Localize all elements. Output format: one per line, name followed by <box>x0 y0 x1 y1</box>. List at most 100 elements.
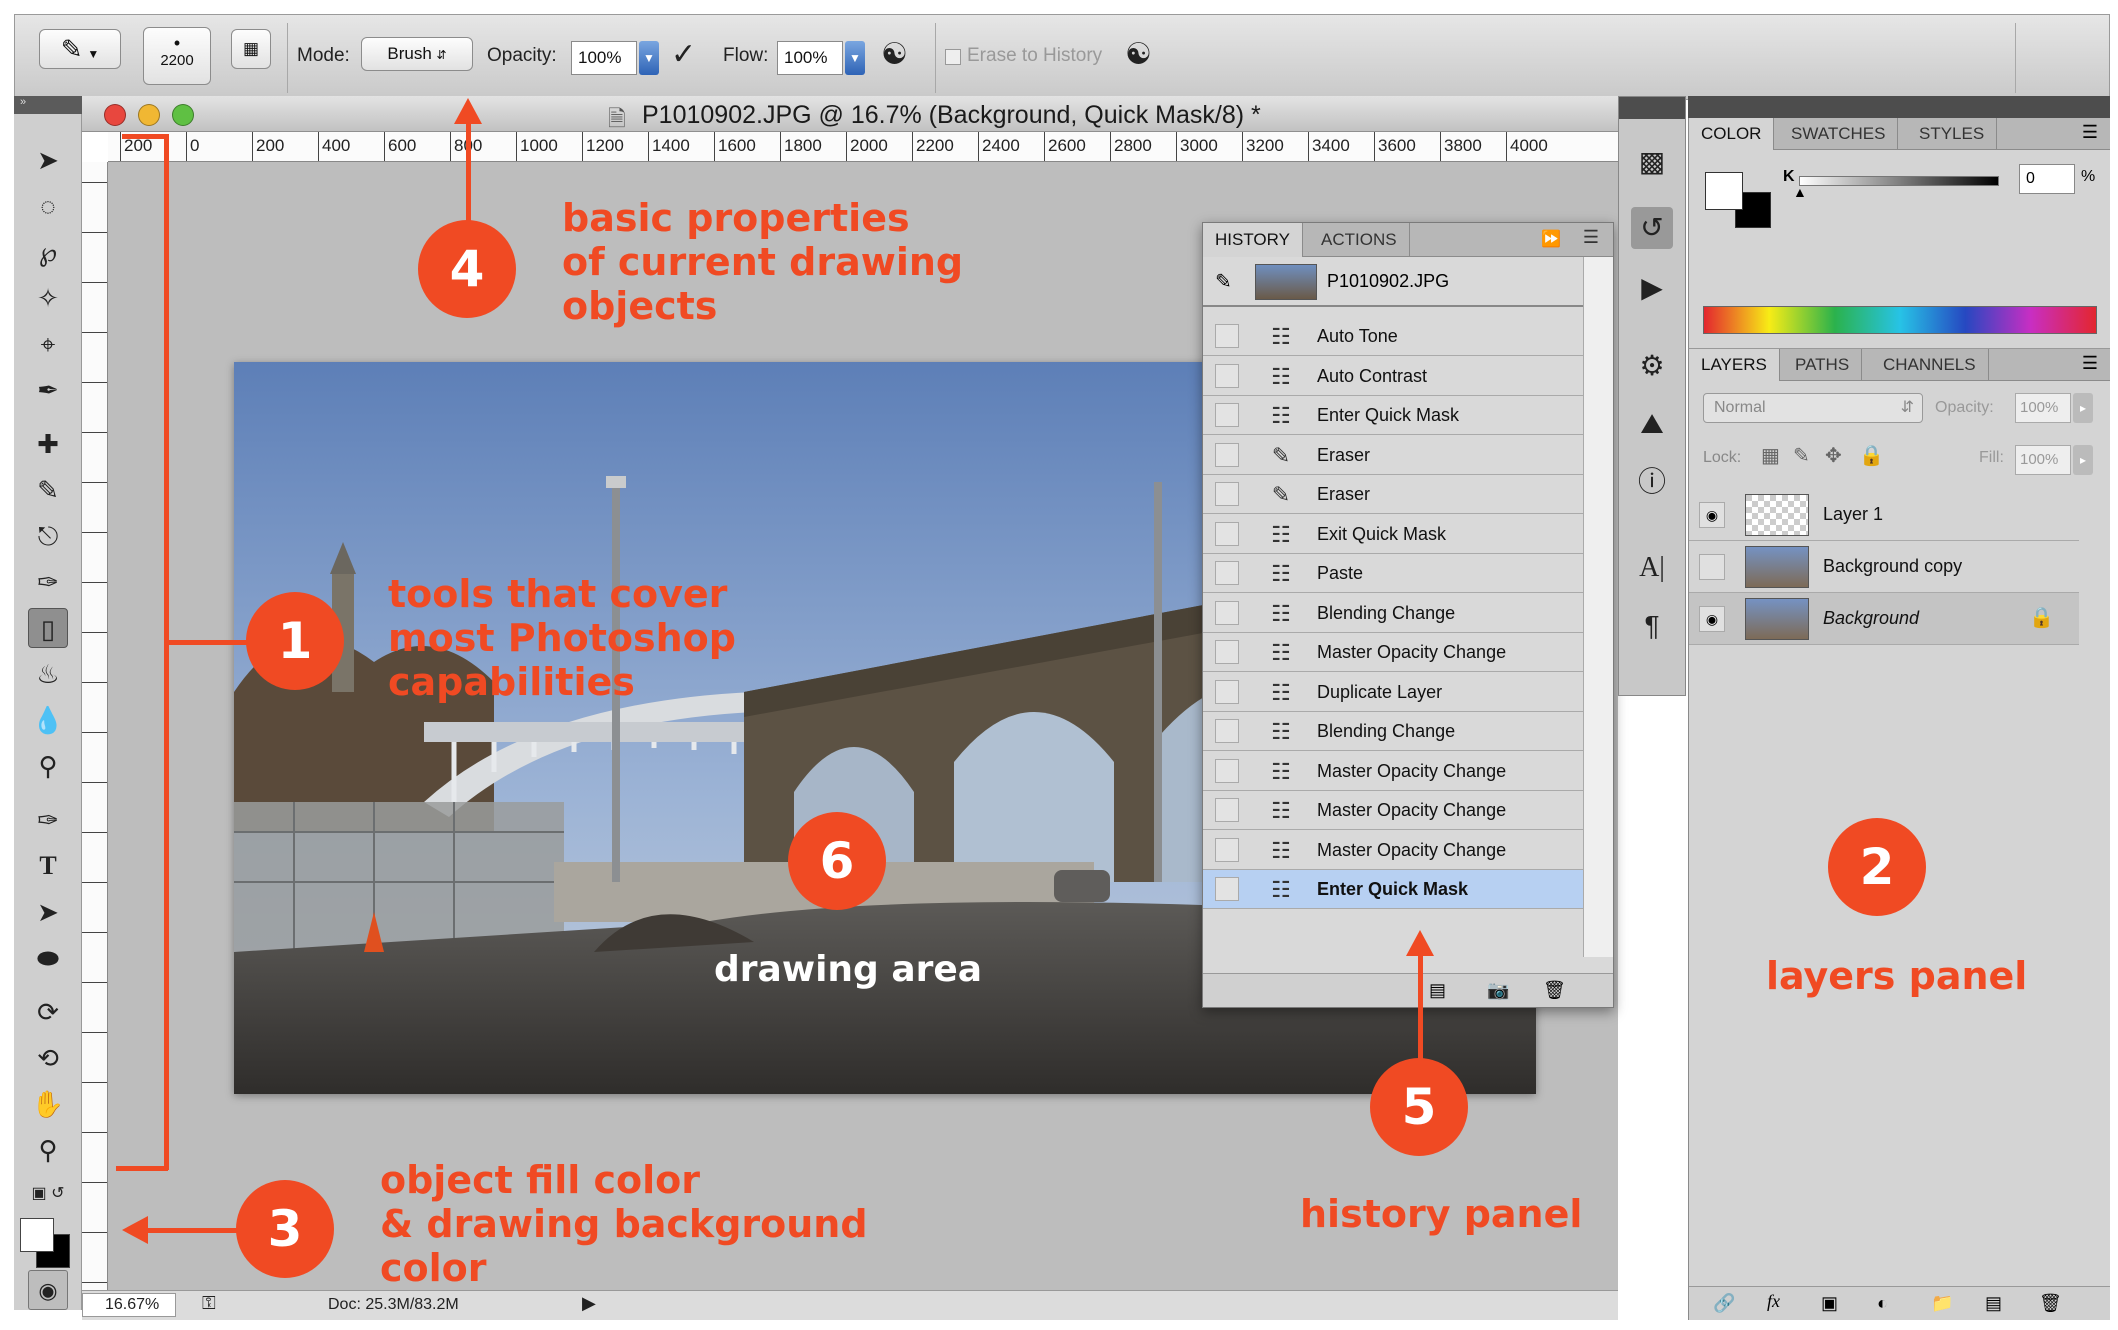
history-brush-source-checkbox[interactable] <box>1215 561 1239 585</box>
pen-tool-icon[interactable]: ✑ <box>28 800 68 840</box>
brush-tool-icon[interactable]: ✎ <box>28 470 68 510</box>
new-document-from-state-icon[interactable]: ▤ <box>1429 980 1446 1001</box>
color-spectrum-ramp[interactable] <box>1703 306 2097 334</box>
blur-tool-icon[interactable]: 💧 <box>28 700 68 740</box>
close-button[interactable] <box>104 104 126 126</box>
history-state-row[interactable]: ☷ Enter Quick Mask <box>1203 870 1583 909</box>
airbrush-toggle-icon[interactable]: ☯ <box>881 37 908 72</box>
icon-strip-header[interactable] <box>1619 97 1685 119</box>
path-selection-icon[interactable]: ➤ <box>28 892 68 932</box>
tab-swatches[interactable]: SWATCHES <box>1779 118 1899 150</box>
brush-size-picker[interactable]: • 2200 <box>143 27 211 85</box>
zoom-tool-icon[interactable]: ⚲ <box>28 1130 68 1170</box>
lasso-tool-icon[interactable]: ℘ <box>28 232 68 272</box>
history-state-row[interactable]: ☷ Enter Quick Mask <box>1203 396 1583 435</box>
history-brush-icon[interactable]: ✑ <box>28 562 68 602</box>
mode-select[interactable]: Brush ⇵ <box>361 37 473 71</box>
healing-brush-icon[interactable]: ✚ <box>28 424 68 464</box>
3d-orbit-icon[interactable]: ⟲ <box>28 1038 68 1078</box>
history-state-row[interactable]: ☷ Master Opacity Change <box>1203 831 1583 870</box>
history-scrollbar[interactable] <box>1583 257 1613 957</box>
layer-visibility-eye-icon[interactable] <box>1699 554 1725 580</box>
k-slider-handle[interactable]: ▲ <box>1793 184 1807 200</box>
crop-tool-icon[interactable]: ⌖ <box>28 324 68 364</box>
foreground-color-chip[interactable] <box>1705 172 1743 210</box>
history-state-row[interactable]: ☷ Duplicate Layer <box>1203 673 1583 712</box>
flow-dropdown[interactable]: ▼ <box>845 41 865 75</box>
history-brush-source-checkbox[interactable] <box>1215 521 1239 546</box>
lock-position-icon[interactable]: ✥ <box>1825 443 1842 468</box>
history-panel-icon[interactable]: ↺ <box>1631 207 1673 249</box>
history-state-row[interactable]: ☷ Blending Change <box>1203 594 1583 633</box>
erase-history-checkbox[interactable] <box>945 49 961 65</box>
vertical-ruler[interactable] <box>82 162 108 1290</box>
zoom-field[interactable]: 16.67% <box>82 1293 176 1317</box>
zoom-button[interactable] <box>172 104 194 126</box>
history-brush-source-checkbox[interactable] <box>1215 403 1239 427</box>
adjustment-layer-icon[interactable]: ◐ <box>1877 1293 1888 1314</box>
masks-panel-icon[interactable]: ⛰ <box>1631 403 1673 445</box>
minimize-button[interactable] <box>138 104 160 126</box>
tab-history[interactable]: HISTORY <box>1203 223 1303 257</box>
history-state-row[interactable]: ☷ Paste <box>1203 554 1583 593</box>
opacity-dropdown[interactable]: ▼ <box>639 41 659 75</box>
color-panel-menu-icon[interactable]: ☰ <box>2082 122 2098 143</box>
tab-paths[interactable]: PATHS <box>1783 349 1863 381</box>
trash-icon[interactable]: 🗑 <box>1543 980 1566 1001</box>
tab-channels[interactable]: CHANNELS <box>1871 349 1989 381</box>
type-tool-icon[interactable]: T <box>28 846 68 886</box>
layer-opacity-dropdown[interactable]: ▸ <box>2073 393 2093 423</box>
layer-visibility-eye-icon[interactable]: ◉ <box>1699 502 1725 528</box>
tab-layers[interactable]: LAYERS <box>1689 349 1780 381</box>
opacity-field[interactable]: 100% <box>571 41 637 75</box>
new-snapshot-icon[interactable]: 📷 <box>1487 980 1509 1001</box>
marquee-tool-icon[interactable]: ◌ <box>28 186 68 226</box>
history-state-row[interactable]: ☷ Auto Contrast <box>1203 357 1583 396</box>
history-brush-source-checkbox[interactable] <box>1215 837 1239 862</box>
layer-row[interactable]: Background copy <box>1689 541 2079 593</box>
history-brush-source-checkbox[interactable] <box>1215 442 1239 467</box>
history-state-row[interactable]: ✎ Eraser <box>1203 475 1583 514</box>
layer-style-icon[interactable]: fx <box>1767 1291 1780 1312</box>
layer-opacity-field[interactable]: 100% <box>2015 393 2071 423</box>
horizontal-ruler[interactable]: 2000200400600800100012001400160018002000… <box>108 132 1618 162</box>
lock-all-icon[interactable]: 🔒 <box>1859 443 1884 468</box>
history-state-row[interactable]: ✎ Eraser <box>1203 436 1583 475</box>
eyedropper-icon[interactable]: ✒ <box>28 370 68 410</box>
k-value-field[interactable]: 0 <box>2019 164 2075 194</box>
dodge-tool-icon[interactable]: ⚲ <box>28 746 68 786</box>
delete-layer-icon[interactable]: 🗑 <box>2039 1293 2062 1314</box>
layer-row[interactable]: ◉ Background 🔒 <box>1689 593 2079 645</box>
info-panel-icon[interactable]: ⓘ <box>1631 461 1673 503</box>
k-slider-track[interactable] <box>1799 176 1999 186</box>
paragraph-panel-icon[interactable]: ¶ <box>1631 605 1673 647</box>
history-brush-source-checkbox[interactable] <box>1215 798 1239 822</box>
eraser-tool-icon[interactable]: ▯ <box>28 608 68 648</box>
history-brush-source-checkbox[interactable] <box>1215 324 1239 348</box>
layer-row[interactable]: ◉ Layer 1 <box>1689 489 2079 541</box>
status-menu-arrow-icon[interactable]: ▶ <box>582 1293 596 1314</box>
character-panel-icon[interactable]: A| <box>1631 547 1673 589</box>
history-brush-source-checkbox[interactable] <box>1215 640 1239 664</box>
actions-panel-icon[interactable]: ▶ <box>1631 267 1673 309</box>
adjustments-panel-icon[interactable]: ⚙ <box>1631 345 1673 387</box>
history-snapshot[interactable]: ✎ P1010902.JPG <box>1203 257 1583 307</box>
history-brush-source-checkbox[interactable] <box>1215 600 1239 625</box>
tab-styles[interactable]: STYLES <box>1907 118 1998 150</box>
panel-menu-icon[interactable]: ☰ <box>1583 227 1599 248</box>
clone-stamp-icon[interactable]: ⎋ <box>28 516 68 556</box>
brush-panel-toggle[interactable]: ▦ <box>231 29 271 69</box>
blend-mode-select[interactable]: Normal ⇵ <box>1703 393 1923 423</box>
add-mask-icon[interactable]: ▣ <box>1821 1293 1838 1314</box>
layer-visibility-eye-icon[interactable]: ◉ <box>1699 606 1725 632</box>
history-state-row[interactable]: ☷ Auto Tone <box>1203 317 1583 356</box>
tab-color[interactable]: COLOR <box>1689 118 1775 150</box>
right-dock-header[interactable] <box>1688 96 2110 118</box>
history-state-row[interactable]: ☷ Master Opacity Change <box>1203 633 1583 672</box>
history-brush-source-checkbox[interactable] <box>1215 877 1239 901</box>
3d-rotate-icon[interactable]: ⟳ <box>28 992 68 1032</box>
history-brush-source-checkbox[interactable] <box>1215 719 1239 743</box>
fill-field[interactable]: 100% <box>2015 445 2071 475</box>
new-layer-icon[interactable]: ▤ <box>1985 1293 2002 1314</box>
flow-field[interactable]: 100% <box>777 41 843 75</box>
